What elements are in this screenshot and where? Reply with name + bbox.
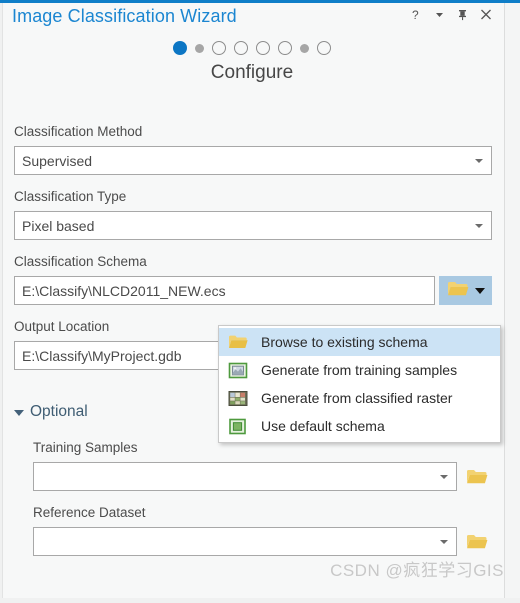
field-training-samples: Training Samples	[33, 440, 488, 491]
wizard-step-7[interactable]	[300, 43, 309, 53]
menu-item-label: Generate from classified raster	[261, 390, 453, 406]
wizard-step-2[interactable]	[195, 43, 204, 53]
panel-bottom-edge	[0, 598, 520, 603]
training-samples-row	[33, 462, 488, 491]
menu-item-label: Generate from training samples	[261, 362, 458, 378]
wizard-step-1[interactable]	[173, 41, 187, 55]
classification-schema-input[interactable]: E:\Classify\NLCD2011_NEW.ecs	[14, 276, 435, 305]
close-icon[interactable]	[479, 7, 492, 21]
reference-dataset-dropdown[interactable]	[33, 527, 457, 556]
output-location-value: E:\Classify\MyProject.gdb	[22, 347, 182, 364]
classification-schema-row: E:\Classify\NLCD2011_NEW.ecs	[14, 276, 492, 305]
reference-dataset-row	[33, 527, 488, 556]
classification-type-dropdown[interactable]: Pixel based	[14, 211, 492, 240]
classification-type-value: Pixel based	[22, 217, 95, 234]
chevron-down-icon	[475, 223, 483, 228]
classification-method-value: Supervised	[22, 152, 93, 169]
chevron-down-icon[interactable]	[433, 7, 446, 21]
wizard-step-5[interactable]	[256, 41, 270, 55]
wizard-step-indicator	[0, 41, 504, 55]
classification-method-label: Classification Method	[14, 124, 143, 139]
training-samples-icon	[227, 360, 249, 380]
schema-browse-split-button[interactable]	[439, 276, 492, 305]
classified-raster-icon	[227, 388, 249, 408]
wizard-step-3[interactable]	[212, 41, 226, 55]
field-classification-method: Classification Method Supervised	[14, 124, 492, 175]
reference-dataset-label: Reference Dataset	[33, 505, 146, 520]
optional-section-toggle[interactable]: Optional	[14, 403, 88, 421]
classification-type-label: Classification Type	[14, 189, 127, 204]
folder-icon	[447, 280, 469, 302]
field-classification-type: Classification Type Pixel based	[14, 189, 492, 240]
classification-schema-value: E:\Classify\NLCD2011_NEW.ecs	[22, 282, 226, 299]
image-classification-wizard-panel: Image Classification Wizard ? Configure …	[0, 0, 520, 603]
optional-section-label: Optional	[30, 403, 88, 420]
svg-text:?: ?	[412, 8, 419, 21]
watermark-text: CSDN @疯狂学习GIS	[330, 561, 504, 580]
menu-item-generate-from-training-samples[interactable]: Generate from training samples	[219, 356, 500, 384]
folder-icon	[467, 535, 488, 549]
chevron-down-icon	[14, 410, 24, 416]
training-samples-browse-button[interactable]	[466, 468, 488, 485]
classification-method-dropdown[interactable]: Supervised	[14, 146, 492, 175]
schema-dropdown-menu: Browse to existing schema Generate from …	[218, 325, 501, 443]
wizard-step-title: Configure	[210, 62, 294, 83]
chevron-down-icon	[440, 474, 448, 479]
default-schema-icon	[227, 416, 249, 436]
optional-section-body: Training Samples Reference Dataset	[33, 440, 488, 570]
chevron-down-icon	[475, 158, 483, 163]
panel-left-edge	[0, 3, 3, 603]
field-classification-schema: Classification Schema E:\Classify\NLCD20…	[14, 254, 492, 305]
wizard-step-6[interactable]	[278, 41, 292, 55]
field-reference-dataset: Reference Dataset	[33, 505, 488, 556]
chevron-down-icon	[474, 287, 485, 294]
reference-dataset-browse-button[interactable]	[466, 533, 488, 550]
titlebar: Image Classification Wizard ?	[4, 3, 504, 33]
classification-schema-label: Classification Schema	[14, 254, 147, 269]
menu-item-browse-to-existing-schema[interactable]: Browse to existing schema	[219, 328, 500, 356]
menu-item-label: Browse to existing schema	[261, 334, 428, 350]
menu-item-use-default-schema[interactable]: Use default schema	[219, 412, 500, 440]
panel-right-strip	[504, 3, 520, 603]
chevron-down-icon	[440, 539, 448, 544]
training-samples-dropdown[interactable]	[33, 462, 457, 491]
folder-icon	[227, 332, 249, 352]
help-icon[interactable]: ?	[410, 7, 423, 21]
titlebar-buttons: ?	[410, 7, 492, 21]
window-title: Image Classification Wizard	[12, 6, 237, 26]
wizard-step-4[interactable]	[234, 41, 248, 55]
pin-icon[interactable]	[456, 7, 469, 21]
menu-item-label: Use default schema	[261, 418, 385, 434]
folder-icon	[467, 470, 488, 484]
wizard-step-8[interactable]	[317, 41, 331, 55]
menu-item-generate-from-classified-raster[interactable]: Generate from classified raster	[219, 384, 500, 412]
